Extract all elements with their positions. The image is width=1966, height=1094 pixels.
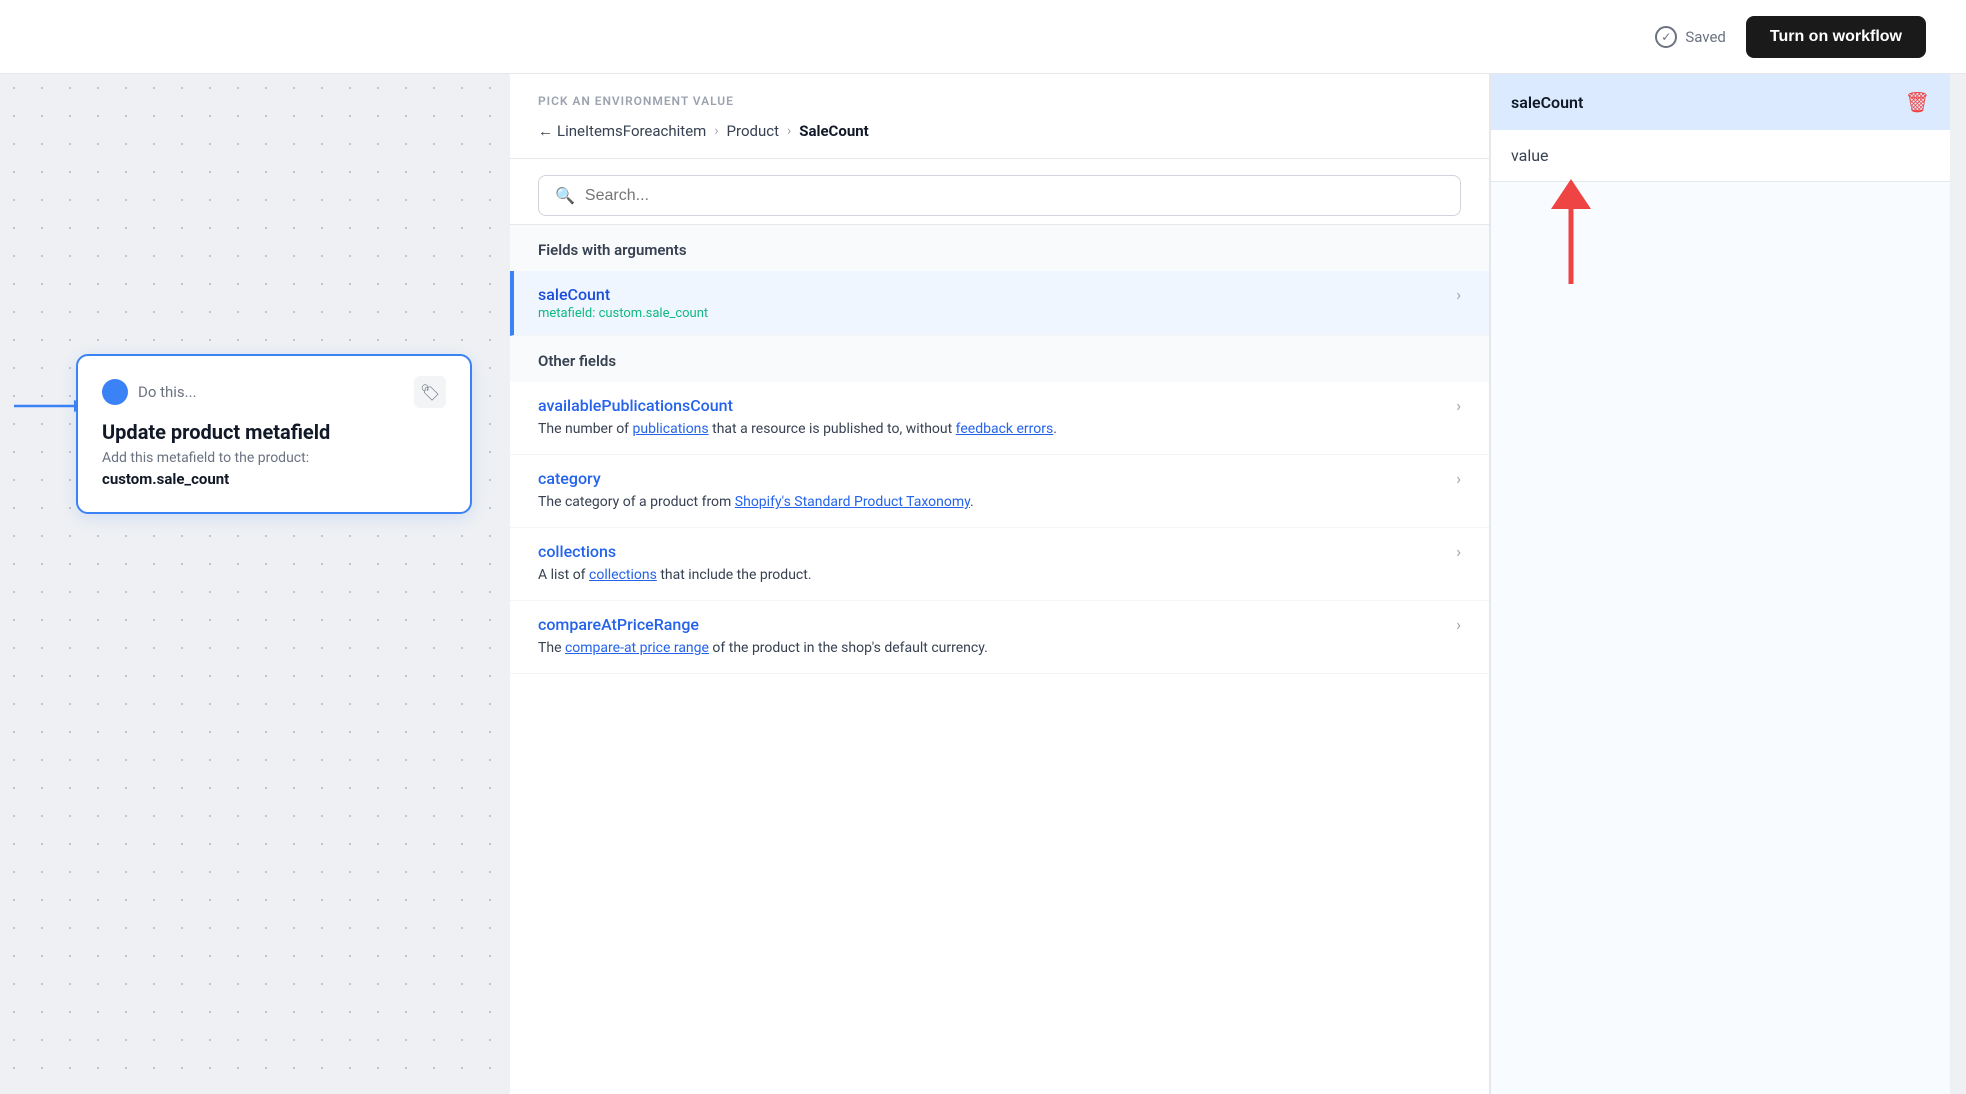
right-panel-header: saleCount 🗑: [1491, 74, 1950, 130]
turn-on-workflow-button[interactable]: Turn on workflow: [1746, 16, 1926, 58]
field-name-available-publications: availablePublicationsCount: [538, 396, 733, 415]
field-item-row-salecount: saleCount ›: [538, 285, 1461, 304]
card-value: custom.sale_count: [102, 470, 446, 488]
field-item-collections[interactable]: collections › A list of collections that…: [510, 528, 1489, 601]
breadcrumb-sep-1: ›: [714, 123, 718, 139]
publications-link[interactable]: publications: [633, 421, 709, 437]
breadcrumb: ← LineItemsForeachitem › Product › SaleC…: [538, 122, 1461, 140]
field-desc-category: The category of a product from Shopify's…: [538, 492, 1461, 513]
feedback-errors-link[interactable]: feedback errors: [956, 421, 1054, 437]
compare-at-price-range-link[interactable]: compare-at price range: [565, 640, 709, 656]
search-input[interactable]: [585, 187, 1444, 205]
field-name-category: category: [538, 469, 601, 488]
card-header: Do this... 🏷: [102, 376, 446, 408]
breadcrumb-sep-2: ›: [787, 123, 791, 139]
search-icon: 🔍: [555, 186, 575, 205]
saved-indicator: ✓ Saved: [1655, 26, 1726, 48]
search-input-wrap[interactable]: 🔍: [538, 175, 1461, 216]
panel-overlay: × PICK AN ENVIRONMENT VALUE ← LineItemsF…: [510, 74, 1966, 1094]
saved-check-icon: ✓: [1655, 26, 1677, 48]
field-name-compare-at-price: compareAtPriceRange: [538, 615, 699, 634]
chevron-right-icon-available: ›: [1456, 396, 1461, 415]
pick-label: PICK AN ENVIRONMENT VALUE: [538, 94, 1461, 108]
delete-icon[interactable]: 🗑: [1905, 90, 1930, 114]
field-item-salecount[interactable]: saleCount › metafield: custom.sale_count: [510, 271, 1489, 336]
field-desc-compare: The compare-at price range of the produc…: [538, 638, 1461, 659]
right-panel-title: saleCount: [1511, 93, 1583, 112]
shopify-taxonomy-link[interactable]: Shopify's Standard Product Taxonomy: [735, 494, 970, 510]
saved-label: Saved: [1685, 28, 1726, 46]
field-item-row-category: category ›: [538, 469, 1461, 488]
do-this-label: Do this...: [138, 383, 197, 401]
chevron-right-icon-salecount: ›: [1456, 285, 1461, 304]
right-panel: saleCount 🗑 value: [1490, 74, 1950, 1094]
field-sub-salecount: metafield: custom.sale_count: [538, 306, 1461, 321]
panel-header: × PICK AN ENVIRONMENT VALUE ← LineItemsF…: [510, 74, 1489, 159]
card-title-row: Do this...: [102, 379, 197, 405]
breadcrumb-product[interactable]: Product: [727, 122, 779, 140]
card-main-title: Update product metafield: [102, 420, 446, 444]
search-wrapper: 🔍: [510, 159, 1489, 225]
field-name-collections: collections: [538, 542, 616, 561]
breadcrumb-back[interactable]: ← LineItemsForeachitem: [538, 122, 706, 140]
field-item-compare-at-price[interactable]: compareAtPriceRange › The compare-at pri…: [510, 601, 1489, 674]
field-item-row-available: availablePublicationsCount ›: [538, 396, 1461, 415]
field-desc-collections: A list of collections that include the p…: [538, 565, 1461, 586]
workflow-card[interactable]: Do this... 🏷 Update product metafield Ad…: [76, 354, 472, 514]
blue-dot-icon: [102, 379, 128, 405]
right-panel-value-label: value: [1511, 146, 1549, 165]
chevron-right-icon-compare: ›: [1456, 615, 1461, 634]
back-arrow-icon: ←: [538, 122, 553, 140]
breadcrumb-lineitems[interactable]: LineItemsForeachitem: [557, 122, 706, 140]
collections-link[interactable]: collections: [589, 567, 657, 583]
tag-icon: 🏷: [414, 376, 446, 408]
field-desc-available: The number of publications that a resour…: [538, 419, 1461, 440]
field-item-category[interactable]: category › The category of a product fro…: [510, 455, 1489, 528]
field-name-salecount: saleCount: [538, 285, 610, 304]
fields-list: Fields with arguments saleCount › metafi…: [510, 225, 1489, 1094]
chevron-right-icon-category: ›: [1456, 469, 1461, 488]
breadcrumb-salecount[interactable]: SaleCount: [799, 122, 869, 140]
fields-with-args-header: Fields with arguments: [510, 225, 1489, 271]
top-bar: ✓ Saved Turn on workflow: [0, 0, 1966, 74]
card-description: Add this metafield to the product:: [102, 450, 446, 466]
other-fields-header: Other fields: [510, 336, 1489, 382]
field-item-row-collections: collections ›: [538, 542, 1461, 561]
chevron-right-icon-collections: ›: [1456, 542, 1461, 561]
field-item-row-compare: compareAtPriceRange ›: [538, 615, 1461, 634]
field-item-available-publications[interactable]: availablePublicationsCount › The number …: [510, 382, 1489, 455]
red-arrow-annotation: [1531, 174, 1611, 298]
left-panel: × PICK AN ENVIRONMENT VALUE ← LineItemsF…: [510, 74, 1490, 1094]
